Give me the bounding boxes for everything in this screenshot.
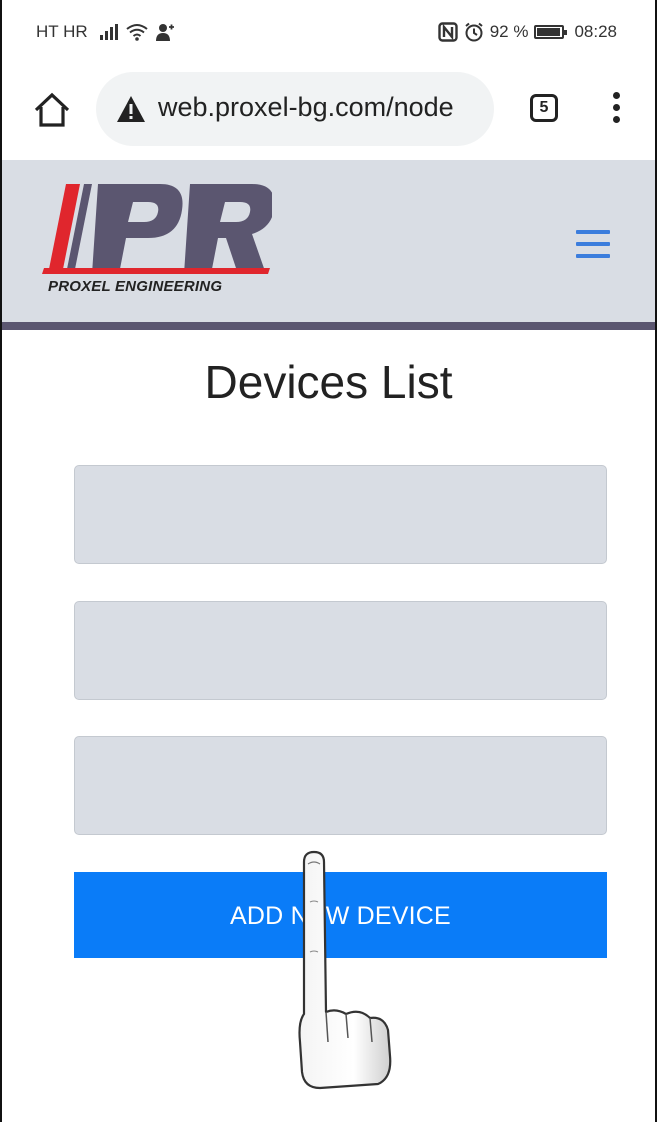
battery-icon <box>534 25 568 39</box>
device-field-2[interactable] <box>74 601 607 700</box>
logo-text: PROXEL ENGINEERING <box>48 278 223 295</box>
wifi-icon <box>126 24 148 41</box>
browser-toolbar: web.proxel-bg.com/node 5 <box>2 62 655 161</box>
alarm-icon <box>465 22 483 42</box>
pointing-hand-icon <box>298 850 392 1090</box>
home-icon[interactable] <box>32 90 72 130</box>
page-title: Devices List <box>204 356 453 408</box>
proxel-logo[interactable]: PROXEL ENGINEERING <box>40 182 275 300</box>
address-bar[interactable]: web.proxel-bg.com/node <box>96 72 494 146</box>
site-header: PROXEL ENGINEERING <box>2 160 655 330</box>
clock: 08:28 <box>574 22 617 41</box>
device-field-3[interactable] <box>74 736 607 835</box>
tabs-count-button[interactable]: 5 <box>530 94 558 122</box>
url-text[interactable]: web.proxel-bg.com/node <box>158 92 454 123</box>
signal-icon <box>99 24 118 40</box>
status-bar: HT HR 92 % 08:28 <box>2 0 655 62</box>
hamburger-menu-icon[interactable] <box>576 230 610 258</box>
phone-frame: HT HR 92 % 08:28 web.proxel-bg.com/node … <box>0 0 657 1122</box>
header-divider <box>2 322 655 330</box>
status-right: 92 % 08:28 <box>438 22 617 42</box>
warning-icon[interactable] <box>116 95 146 123</box>
logo-mark <box>42 184 275 274</box>
user-add-icon <box>155 24 174 41</box>
carrier-label: HT HR <box>36 22 88 41</box>
status-left: HT HR <box>36 22 174 42</box>
battery-percent: 92 % <box>489 22 529 41</box>
nfc-icon <box>438 22 458 42</box>
overflow-menu-icon[interactable] <box>611 92 621 128</box>
device-field-1[interactable] <box>74 465 607 564</box>
